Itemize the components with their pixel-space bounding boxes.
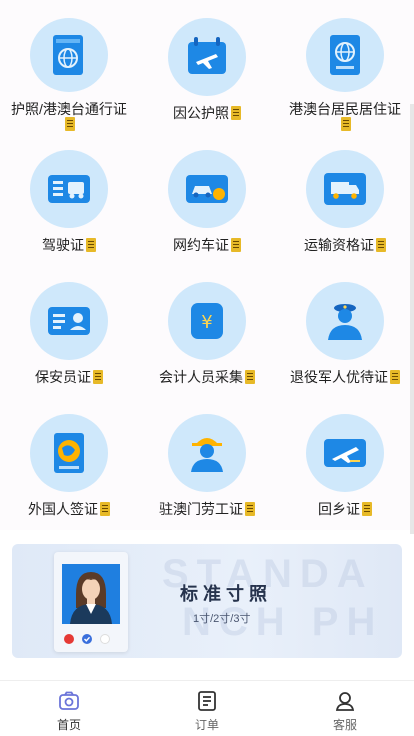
accountant-yuan-icon: ¥ xyxy=(168,282,246,360)
service-grid: 护照/港澳台通行证 因公护照 港澳台居民居住证 驾驶证 网约车证 运输资格证 保… xyxy=(0,0,414,534)
service-home-return[interactable]: 回乡证 xyxy=(276,396,414,528)
worker-helmet-icon xyxy=(168,414,246,492)
banner-title: 标准寸照 xyxy=(180,584,272,604)
service-label: 会计人员采集 xyxy=(147,370,267,385)
tag-badge-icon xyxy=(341,117,351,131)
home-return-plane-icon xyxy=(306,414,384,492)
tag-badge-icon xyxy=(231,238,241,252)
bottom-tab-bar: 首页 订单 客服 xyxy=(0,680,414,736)
tag-badge-icon xyxy=(86,238,96,252)
transport-qualification-icon xyxy=(306,150,384,228)
service-residence-permit[interactable]: 港澳台居民居住证 xyxy=(276,0,414,132)
white-dot-icon[interactable] xyxy=(100,634,110,644)
service-label: 回乡证 xyxy=(285,502,405,517)
red-dot-icon[interactable] xyxy=(64,634,74,644)
tag-badge-icon xyxy=(362,502,372,516)
service-label: 退役军人优待证 xyxy=(285,370,405,385)
tag-badge-icon xyxy=(65,117,75,131)
service-label: 驾驶证 xyxy=(9,238,129,253)
veteran-icon xyxy=(306,282,384,360)
tab-label: 客服 xyxy=(332,718,357,732)
customer-service-icon xyxy=(335,692,355,711)
passport-icon xyxy=(30,18,108,92)
service-ride-hailing[interactable]: 网约车证 xyxy=(138,132,276,264)
visa-globe-icon xyxy=(30,414,108,492)
tag-badge-icon xyxy=(376,238,386,252)
background-color-options xyxy=(64,634,110,644)
blue-dot-selected-icon[interactable] xyxy=(82,634,92,644)
tag-badge-icon xyxy=(231,106,241,120)
service-label: 保安员证 xyxy=(9,370,129,385)
order-icon xyxy=(198,691,216,711)
banner-subtitle: 1寸/2寸/3寸 xyxy=(193,613,251,625)
service-drivers-license[interactable]: 驾驶证 xyxy=(0,132,138,264)
tag-badge-icon xyxy=(245,502,255,516)
business-passport-icon xyxy=(168,18,246,96)
standard-photo-banner[interactable]: STANDA NCH PH 标准寸照 1寸/2寸/3寸 xyxy=(12,544,402,658)
portrait-photo xyxy=(62,564,120,624)
ride-hailing-license-icon xyxy=(168,150,246,228)
service-business-passport[interactable]: 因公护照 xyxy=(138,0,276,132)
camera-home-icon xyxy=(59,691,79,710)
service-label: 因公护照 xyxy=(147,106,267,121)
service-foreigner-visa[interactable]: 外国人签证 xyxy=(0,396,138,528)
service-security-guard[interactable]: 保安员证 xyxy=(0,264,138,396)
residence-permit-icon xyxy=(306,18,384,92)
service-transport-qualification[interactable]: 运输资格证 xyxy=(276,132,414,264)
tag-badge-icon xyxy=(245,370,255,384)
tag-badge-icon xyxy=(100,502,110,516)
service-label: 护照/港澳台通行证 xyxy=(9,102,129,132)
drivers-license-icon xyxy=(30,150,108,228)
service-passport[interactable]: 护照/港澳台通行证 xyxy=(0,0,138,132)
service-macau-worker[interactable]: 驻澳门劳工证 xyxy=(138,396,276,528)
service-label: 外国人签证 xyxy=(9,502,129,517)
scrollbar[interactable] xyxy=(410,104,414,534)
service-label: 港澳台居民居住证 xyxy=(285,102,405,132)
tag-badge-icon xyxy=(390,370,400,384)
tab-home[interactable]: 首页 xyxy=(0,681,138,736)
tab-label: 首页 xyxy=(56,718,81,732)
person-portrait-icon xyxy=(62,564,120,624)
svg-text:¥: ¥ xyxy=(201,312,212,333)
security-guard-card-icon xyxy=(30,282,108,360)
photo-card xyxy=(54,552,128,652)
service-veteran[interactable]: 退役军人优待证 xyxy=(276,264,414,396)
tab-orders[interactable]: 订单 xyxy=(138,681,276,736)
service-label: 网约车证 xyxy=(147,238,267,253)
service-accountant[interactable]: ¥ 会计人员采集 xyxy=(138,264,276,396)
tab-label: 订单 xyxy=(194,718,219,732)
service-label: 驻澳门劳工证 xyxy=(147,502,267,517)
service-label: 运输资格证 xyxy=(285,238,405,253)
tag-badge-icon xyxy=(93,370,103,384)
tab-customer-service[interactable]: 客服 xyxy=(276,681,414,736)
